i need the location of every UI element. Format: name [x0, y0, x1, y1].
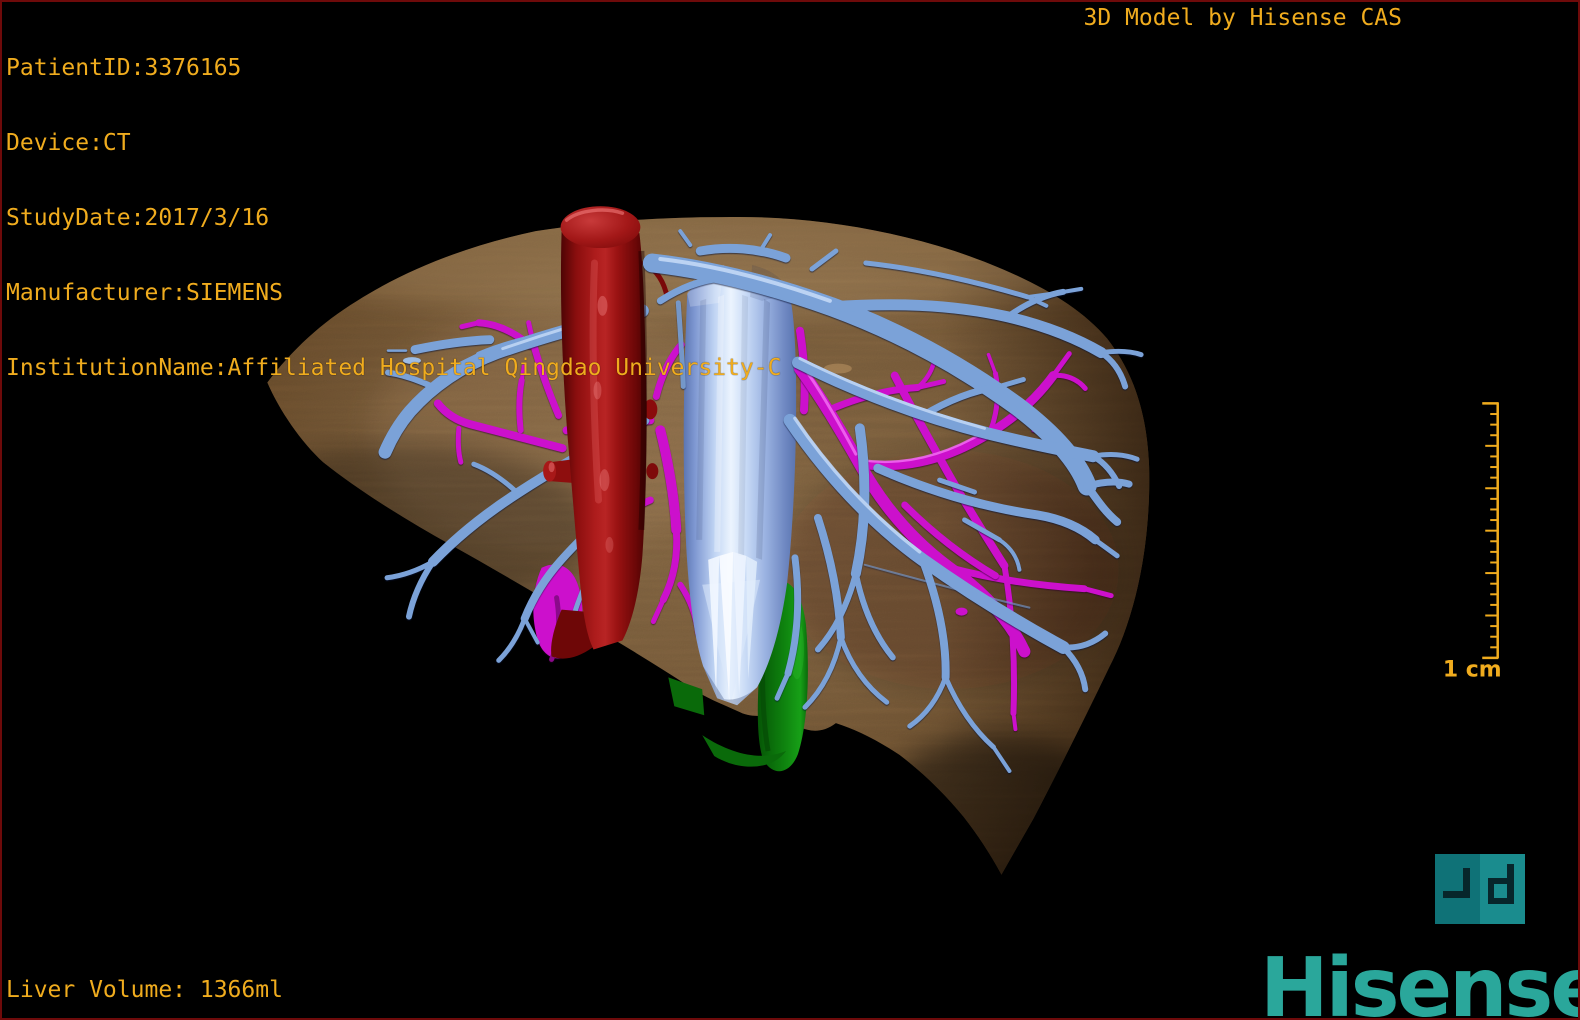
liver-volume-readout: Liver Volume: 1366ml — [6, 977, 283, 1003]
hisense-cas-logo-icon — [1435, 854, 1525, 924]
scale-ruler-label: 1 cm — [1443, 657, 1502, 682]
study-date-line: StudyDate:2017/3/16 — [6, 205, 270, 231]
dicom-overlay-topleft: PatientID:3376165 Device:CT StudyDate:20… — [6, 6, 781, 431]
scale-ruler: 1 cm — [1443, 402, 1502, 682]
watermark-text: 3D Model by Hisense CAS — [1083, 5, 1403, 31]
manufacturer-line: Manufacturer:SIEMENS — [6, 280, 283, 306]
viewer-window: 1 cm PatientID:3376165 Device:CT StudyDa… — [0, 0, 1580, 1020]
hisense-wordmark: Hisense — [1260, 941, 1580, 1020]
patient-id-line: PatientID:3376165 — [6, 55, 242, 81]
device-line: Device:CT — [6, 130, 131, 156]
institution-line: InstitutionName:Affiliated Hospital Qing… — [6, 355, 782, 381]
